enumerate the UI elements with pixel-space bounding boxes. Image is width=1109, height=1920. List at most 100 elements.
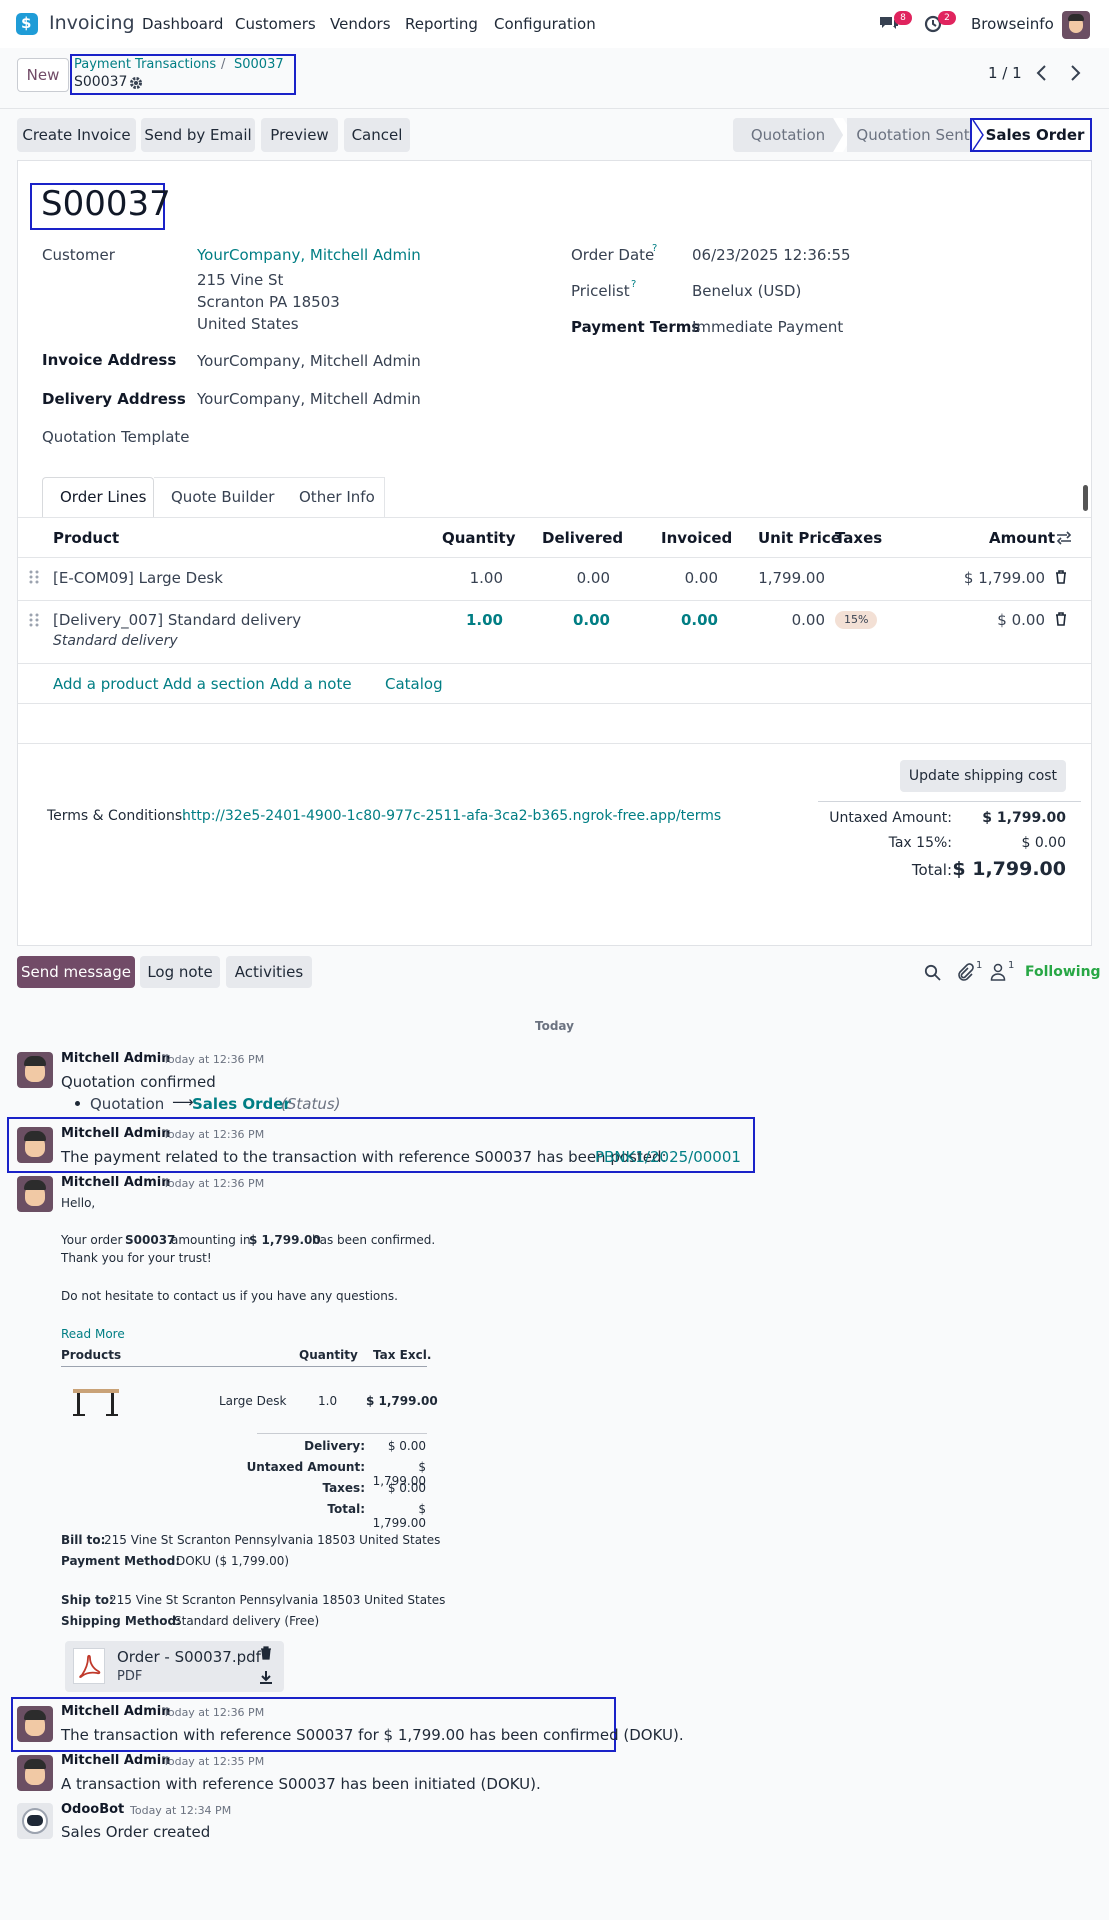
message-author[interactable]: Mitchell Admin bbox=[61, 1051, 170, 1066]
payment-link[interactable]: PBNK1/2025/00001 bbox=[595, 1148, 741, 1166]
followers-icon[interactable] bbox=[990, 963, 1006, 981]
user-avatar[interactable] bbox=[1062, 11, 1090, 39]
col-amount[interactable]: Amount bbox=[989, 529, 1055, 547]
menu-dashboard[interactable]: Dashboard bbox=[142, 15, 223, 33]
invoice-address-value[interactable]: YourCompany, Mitchell Admin bbox=[197, 352, 421, 370]
menu-configuration[interactable]: Configuration bbox=[494, 15, 596, 33]
search-icon[interactable] bbox=[924, 964, 941, 981]
column-settings-icon[interactable] bbox=[1056, 530, 1072, 546]
paperclip-icon[interactable] bbox=[956, 963, 974, 981]
pricelist-help-icon[interactable]: ? bbox=[631, 279, 636, 290]
pager-value[interactable]: 1 / 1 bbox=[988, 64, 1022, 82]
quotation-template-field[interactable] bbox=[197, 428, 497, 448]
order-date-help-icon[interactable]: ? bbox=[652, 243, 657, 254]
row-delivered: 0.00 bbox=[572, 611, 610, 629]
order-date-value[interactable]: 06/23/2025 12:36:55 bbox=[692, 246, 851, 264]
tabs-divider bbox=[18, 517, 1091, 518]
trash-icon[interactable] bbox=[1055, 570, 1067, 584]
email-line1-a: Your order bbox=[61, 1233, 123, 1247]
menu-reporting[interactable]: Reporting bbox=[405, 15, 478, 33]
activities-button[interactable]: Activities bbox=[226, 956, 312, 988]
message-body: Sales Order created bbox=[61, 1823, 211, 1841]
avatar[interactable] bbox=[17, 1052, 53, 1088]
catalog-link[interactable]: Catalog bbox=[385, 675, 443, 693]
preview-button[interactable]: Preview bbox=[261, 118, 338, 152]
create-invoice-button[interactable]: Create Invoice bbox=[17, 118, 136, 152]
tracking-arrow: ⟶ bbox=[172, 1093, 194, 1111]
cancel-button[interactable]: Cancel bbox=[344, 118, 410, 152]
update-shipping-cost-button[interactable]: Update shipping cost bbox=[900, 760, 1066, 792]
add-section-link[interactable]: Add a section bbox=[163, 675, 265, 693]
col-delivered[interactable]: Delivered bbox=[542, 529, 623, 547]
form-sheet bbox=[17, 160, 1092, 946]
tax-value: $ 0.00 bbox=[1021, 835, 1066, 851]
terms-link[interactable]: http://32e5-2401-4900-1c80-977c-2511-afa… bbox=[182, 808, 721, 824]
pager-next-icon[interactable] bbox=[1068, 64, 1082, 82]
order-name: S00037 bbox=[41, 184, 171, 224]
col-invoiced[interactable]: Invoiced bbox=[661, 529, 732, 547]
status-step-sales-order-label: Sales Order bbox=[985, 126, 1085, 144]
tab-other-info[interactable]: Other Info bbox=[299, 488, 375, 506]
avatar[interactable] bbox=[17, 1755, 53, 1791]
drag-handle-icon[interactable] bbox=[29, 569, 39, 585]
app-title[interactable]: Invoicing bbox=[49, 12, 135, 34]
message-author[interactable]: Mitchell Admin bbox=[61, 1175, 170, 1190]
col-product[interactable]: Product bbox=[53, 529, 119, 547]
scrollbar-thumb[interactable] bbox=[1083, 485, 1088, 511]
add-note-link[interactable]: Add a note bbox=[270, 675, 352, 693]
email-totals-divider bbox=[257, 1433, 427, 1434]
gear-icon[interactable] bbox=[129, 76, 143, 90]
customer-link[interactable]: YourCompany, Mitchell Admin bbox=[197, 246, 421, 264]
avatar[interactable] bbox=[17, 1706, 53, 1742]
email-delivery-label: Delivery: bbox=[304, 1439, 365, 1453]
message-author[interactable]: Mitchell Admin bbox=[61, 1704, 170, 1719]
pager-prev-icon[interactable] bbox=[1035, 64, 1049, 82]
email-table-divider bbox=[61, 1366, 427, 1367]
drag-handle-icon[interactable] bbox=[29, 612, 39, 628]
email-col-quantity: Quantity bbox=[299, 1348, 358, 1362]
email-payment-method-value: DOKU ($ 1,799.00) bbox=[176, 1554, 290, 1568]
following-button[interactable]: Following bbox=[1025, 964, 1101, 980]
customer-address-line3: United States bbox=[197, 315, 299, 333]
send-message-button[interactable]: Send message bbox=[17, 956, 135, 988]
message-body: Quotation confirmed bbox=[61, 1073, 216, 1091]
odoobot-avatar[interactable] bbox=[17, 1803, 53, 1839]
email-col-products: Products bbox=[61, 1348, 122, 1362]
add-product-link[interactable]: Add a product bbox=[53, 675, 158, 693]
email-ship-to-value: 215 Vine St Scranton Pennsylvania 18503 … bbox=[109, 1593, 446, 1607]
menu-vendors[interactable]: Vendors bbox=[330, 15, 391, 33]
breadcrumb-payment-transactions[interactable]: Payment Transactions bbox=[74, 57, 216, 72]
breadcrumb-separator: / bbox=[221, 57, 226, 72]
col-unit-price[interactable]: Unit Price bbox=[758, 529, 841, 547]
pricelist-value[interactable]: Benelux (USD) bbox=[692, 282, 801, 300]
col-taxes[interactable]: Taxes bbox=[835, 529, 882, 547]
delivery-address-value[interactable]: YourCompany, Mitchell Admin bbox=[197, 390, 421, 408]
company-switcher[interactable]: Browseinfo bbox=[971, 15, 1054, 33]
new-button[interactable]: New bbox=[17, 58, 69, 92]
send-by-email-button[interactable]: Send by Email bbox=[141, 118, 255, 152]
avatar[interactable] bbox=[17, 1176, 53, 1212]
trash-icon[interactable] bbox=[260, 1646, 272, 1660]
email-bill-to-label: Bill to: bbox=[61, 1533, 106, 1547]
payment-terms-value[interactable]: Immediate Payment bbox=[692, 318, 843, 336]
payment-terms-label: Payment Terms bbox=[571, 318, 701, 336]
avatar[interactable] bbox=[17, 1127, 53, 1163]
email-item-name: Large Desk bbox=[219, 1394, 287, 1408]
invoicing-app-icon[interactable] bbox=[16, 13, 38, 35]
log-note-button[interactable]: Log note bbox=[140, 956, 220, 988]
trash-icon[interactable] bbox=[1055, 612, 1067, 626]
tax-label: Tax 15%: bbox=[888, 835, 952, 851]
download-icon[interactable] bbox=[259, 1670, 273, 1684]
col-quantity[interactable]: Quantity bbox=[442, 529, 516, 547]
row-product: [Delivery_007] Standard delivery bbox=[53, 611, 302, 629]
read-more-link[interactable]: Read More bbox=[61, 1327, 125, 1341]
breadcrumb-s00037[interactable]: S00037 bbox=[234, 57, 284, 72]
tab-order-lines-label: Order Lines bbox=[60, 488, 147, 506]
message-author[interactable]: Mitchell Admin bbox=[61, 1753, 170, 1768]
tab-quote-builder[interactable]: Quote Builder bbox=[171, 488, 274, 506]
menu-customers[interactable]: Customers bbox=[235, 15, 316, 33]
message-timestamp: Today at 12:36 PM bbox=[163, 1128, 265, 1141]
row-divider bbox=[18, 663, 1091, 664]
message-author[interactable]: Mitchell Admin bbox=[61, 1126, 170, 1141]
message-author[interactable]: OdooBot bbox=[61, 1802, 124, 1817]
